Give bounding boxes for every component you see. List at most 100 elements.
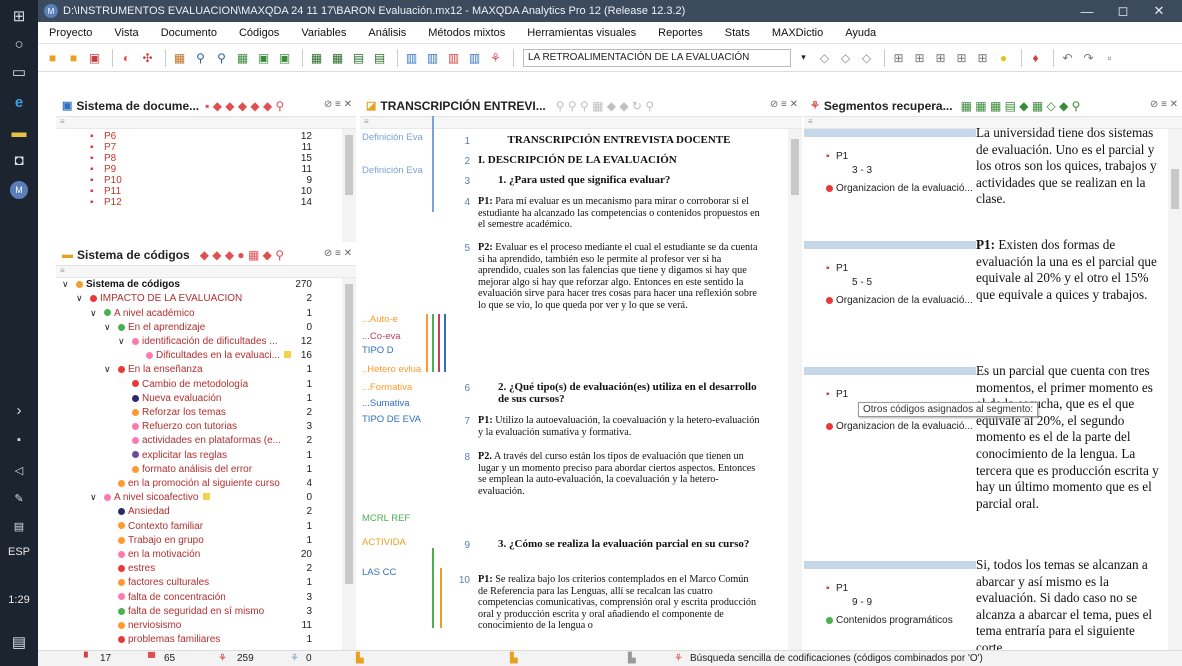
code-row[interactable]: Ansiedad 2 <box>56 506 318 517</box>
margin-code-label[interactable]: MCRL REF <box>362 513 426 524</box>
code-row[interactable]: Refuerzo con tutorias 3 <box>56 421 318 432</box>
document-row[interactable]: ▪ P8 15 <box>56 153 318 164</box>
code-row[interactable]: ∨ IMPACTO DE LA EVALUACIÓN 2 <box>56 293 318 304</box>
code-row[interactable]: Trabajo en grupo 1 <box>56 535 318 546</box>
segment-text[interactable]: Es un parcial que cuenta con tres moment… <box>976 363 1162 512</box>
paragraph[interactable]: 3. ¿Cómo se realiza la evaluación parcia… <box>478 538 760 551</box>
overview-icon[interactable]: ▦ <box>171 49 188 66</box>
code-relations-icon[interactable]: ▦ <box>329 49 346 66</box>
menu-item[interactable]: Variables <box>290 27 357 39</box>
window-retrieved-icon[interactable]: ▥ <box>466 49 483 66</box>
close-button[interactable]: ✕ <box>1142 0 1176 22</box>
menu-item[interactable]: Documento <box>150 27 228 39</box>
search-icon[interactable]: ⚲ <box>192 49 209 66</box>
menu-item[interactable]: Análisis <box>357 27 417 39</box>
paragraph[interactable]: P1: Utilizo la autoevaluación, la coeval… <box>478 415 760 438</box>
segment-tools-icon[interactable]: ▦ ▦ ▦ ▤ ◆ ▦ ◇ ◆ ⚲ <box>961 99 1081 113</box>
margin-code-label[interactable]: TIPO DE EVA <box>362 414 426 425</box>
lexical-search-icon[interactable]: ⚲ <box>213 49 230 66</box>
keyboard-icon[interactable]: ▤ <box>0 512 38 540</box>
menu-item[interactable]: MAXDictio <box>761 27 834 39</box>
panel-controls[interactable]: ⊘ ≡ ✕ <box>324 248 352 259</box>
segment-code[interactable]: Organizacion de la evaluació... <box>826 421 972 432</box>
segment-code[interactable]: Organizacion de la evaluació... <box>826 183 972 194</box>
new-project-icon[interactable]: ■ <box>65 49 82 66</box>
code-stripe[interactable] <box>440 568 442 628</box>
table-icon[interactable]: ▣ <box>255 49 272 66</box>
paragraph[interactable]: P1: Se realiza bajo los criterios contem… <box>478 574 760 632</box>
code-row[interactable]: formato análisis del error 1 <box>56 464 318 475</box>
segment-text[interactable]: La universidad tiene dos sistemas de eva… <box>976 125 1162 208</box>
code-row[interactable]: Contexto familiar 1 <box>56 520 318 532</box>
document-row[interactable]: ▪ P6 12 <box>56 131 318 142</box>
search-icon[interactable]: ○ <box>0 30 38 58</box>
emoticode-icon[interactable]: ⊞ <box>890 49 907 66</box>
code-scrollbar[interactable] <box>342 278 356 650</box>
segments-scrollbar[interactable] <box>1168 129 1182 650</box>
redo-icon[interactable]: ↷ <box>1080 49 1097 66</box>
code-row[interactable]: ∨ A nivel académico 1 <box>56 307 318 319</box>
code-stripe[interactable] <box>438 314 440 372</box>
code-row[interactable]: factores culturales 1 <box>56 577 318 588</box>
expand-chevron-icon[interactable]: ∨ <box>62 279 69 290</box>
activate-icon[interactable]: ✣ <box>139 49 156 66</box>
smiley-icon[interactable]: ● <box>995 49 1012 66</box>
segment-header-bar[interactable] <box>804 367 970 375</box>
memo-icon[interactable]: ▫ <box>1101 49 1118 66</box>
language-indicator[interactable]: ESP <box>0 546 38 558</box>
emoticode-icon[interactable]: ⊞ <box>932 49 949 66</box>
menu-item[interactable]: Proyecto <box>38 27 103 39</box>
store-icon[interactable]: ◘ <box>0 146 38 174</box>
expand-chevron-icon[interactable]: ∨ <box>76 293 83 304</box>
expand-chevron-icon[interactable]: ∨ <box>118 336 125 347</box>
segment-code[interactable]: Contenidos programáticos <box>826 615 972 626</box>
code-stripe[interactable] <box>432 314 434 372</box>
edge-browser-icon[interactable]: e <box>0 88 38 116</box>
expand-chevron-icon[interactable]: ∨ <box>104 322 111 333</box>
code-row[interactable]: ∨ A nivel sicoafectivo 0 <box>56 492 318 503</box>
code-tool-icon[interactable]: ◇ <box>837 49 854 66</box>
memo-icon[interactable] <box>202 493 210 501</box>
segment-text[interactable]: P1: Existen dos formas de evaluación la … <box>976 237 1162 303</box>
windows-start-icon[interactable]: ⊞ <box>0 2 38 30</box>
menu-item[interactable]: Códigos <box>228 27 290 39</box>
document-row[interactable]: ▪ P12 14 <box>56 197 318 208</box>
code-row[interactable]: falta de concentración 3 <box>56 591 318 603</box>
menu-item[interactable]: Métodos mixtos <box>417 27 516 39</box>
window-browser-icon[interactable]: ▥ <box>424 49 441 66</box>
margin-code-label[interactable]: ..Hetero evlua <box>362 364 426 375</box>
code-row[interactable]: falta de seguridad en sí mismo 3 <box>56 606 318 617</box>
margin-code-label[interactable]: TIPO D <box>362 345 426 356</box>
segment-header-bar[interactable] <box>804 129 970 137</box>
margin-code-label[interactable]: Definición Eva <box>362 132 426 143</box>
margin-code-label[interactable]: ACTIVIDA <box>362 537 426 548</box>
document-row[interactable]: ▪ P11 10 <box>56 186 318 197</box>
margin-code-label[interactable]: Definición Eva <box>362 165 426 176</box>
code-stripe[interactable] <box>432 548 434 628</box>
document-row[interactable]: ▪ P7 11 <box>56 142 318 153</box>
doc-scrollbar[interactable] <box>342 129 356 242</box>
menu-item[interactable]: Ayuda <box>834 27 887 39</box>
segment-document[interactable]: P1 <box>836 389 848 400</box>
margin-code-label[interactable]: ...Auto-e <box>362 314 426 325</box>
document-text-area[interactable]: Definición Eva Definición Eva ...Auto-e...… <box>360 116 802 650</box>
code-row[interactable]: estres 2 <box>56 563 318 574</box>
document-portrait-icon[interactable]: ▤ <box>350 49 367 66</box>
code-row[interactable]: problemas familiares 1 <box>56 634 318 645</box>
doc-filter-bar[interactable]: ≡ <box>56 117 356 129</box>
code-row[interactable]: en la promoción al siguiente curso 4 <box>56 478 318 489</box>
volume-icon[interactable]: ◁ <box>0 456 38 484</box>
code-row[interactable]: nerviosismo 11 <box>56 620 318 631</box>
code-row[interactable]: Nueva evaluación 1 <box>56 393 318 404</box>
open-project-icon[interactable]: ■ <box>44 49 61 66</box>
expand-chevron-icon[interactable]: ∨ <box>104 364 111 375</box>
code-row[interactable]: actividades en plataformas (e... 2 <box>56 435 318 446</box>
panel-controls[interactable]: ⊘ ≡ ✕ <box>324 99 352 110</box>
panel-controls[interactable]: ⊘ ≡ ✕ <box>770 99 798 110</box>
menu-item[interactable]: Herramientas visuales <box>516 27 647 39</box>
margin-code-label[interactable]: ...Formativa <box>362 382 426 393</box>
matrix-icon[interactable]: ▦ <box>234 49 251 66</box>
paragraph[interactable]: TRANSCRIPCIÓN ENTREVISTA DOCENTE <box>478 134 760 147</box>
expand-chevron-icon[interactable]: ∨ <box>90 492 97 503</box>
network-icon[interactable]: ▪ <box>0 426 38 454</box>
